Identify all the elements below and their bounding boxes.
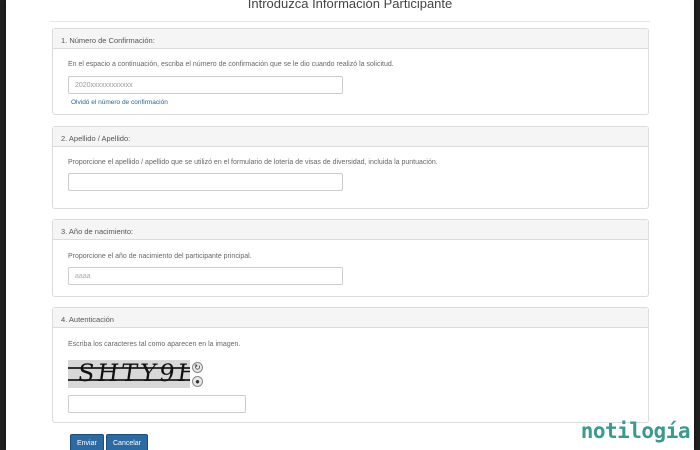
submit-button[interactable]: Enviar (70, 434, 104, 450)
help-text: Proporcione el año de nacimiento del par… (68, 253, 252, 260)
panel-birth-year: 3. Año de nacimiento: Proporcione el año… (52, 219, 649, 297)
forgot-confirmation-link[interactable]: Olvidó el número de confirmación (71, 99, 168, 106)
cancel-button[interactable]: Cancelar (106, 434, 149, 450)
panel-heading: 3. Año de nacimiento: (53, 220, 648, 240)
confirmation-number-input[interactable] (68, 76, 343, 94)
captcha-image: SHTY9H (68, 360, 190, 388)
panel-confirmation-number: 1. Número de Confirmación: En el espacio… (52, 28, 649, 115)
refresh-icon[interactable]: ↻ (192, 362, 203, 373)
page-title: Introduzca Información Participante (247, 0, 453, 11)
panel-authentication: 4. Autenticación Escriba los caracteres … (52, 307, 649, 423)
last-name-input[interactable] (68, 173, 343, 191)
page-frame: Introduzca Información Participante 1. N… (6, 0, 694, 450)
panel-last-name: 2. Apellido / Apellido: Proporcione el a… (52, 126, 649, 209)
captcha-input[interactable] (68, 395, 246, 413)
birth-year-input[interactable] (68, 267, 343, 285)
panel-heading: 2. Apellido / Apellido: (53, 127, 648, 147)
help-text: Proporcione el apellido / apellido que s… (68, 159, 438, 166)
panel-heading: 1. Número de Confirmación: (53, 29, 648, 49)
captcha-text: SHTY9H (76, 360, 190, 387)
title-divider (50, 21, 650, 22)
watermark-logo: notilogía (580, 419, 691, 443)
audio-icon[interactable]: ● (192, 376, 203, 387)
help-text: En el espacio a continuación, escriba el… (68, 61, 394, 68)
panel-heading: 4. Autenticación (53, 308, 648, 328)
help-text: Escriba los caracteres tal como aparecen… (68, 341, 241, 348)
